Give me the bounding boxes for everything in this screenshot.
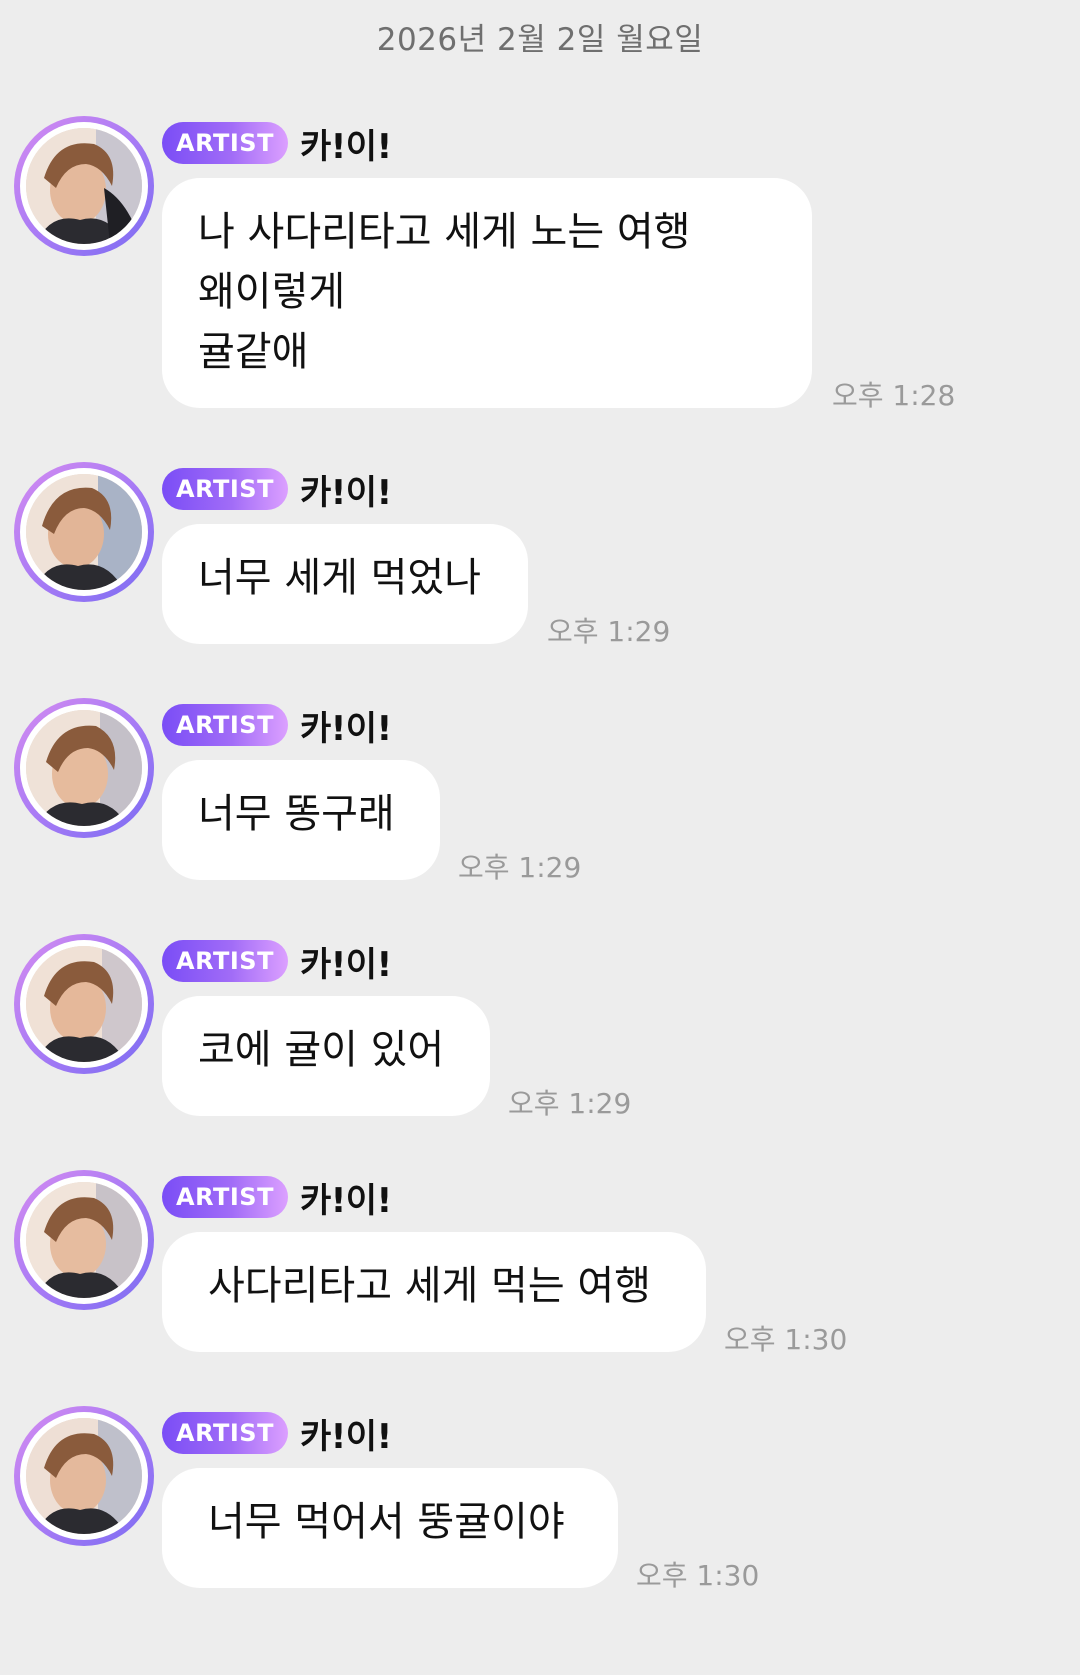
profile-photo <box>26 946 142 1062</box>
artist-badge: ARTIST <box>162 704 288 746</box>
profile-photo <box>26 474 142 590</box>
message-bubble[interactable]: 사다리타고 세게 먹는 여행 <box>162 1232 706 1352</box>
sender-name: 카!이! <box>300 1180 392 1221</box>
message-bubble[interactable]: 나 사다리타고 세게 노는 여행 왜이렇게 귤같애 <box>162 178 812 408</box>
sender-name: 카!이! <box>300 708 392 749</box>
sender-name: 카!이! <box>300 944 392 985</box>
sender-name: 카!이! <box>300 126 392 167</box>
sender-name: 카!이! <box>300 472 392 513</box>
sender-name: 카!이! <box>300 1416 392 1457</box>
message-time: 오후 1:28 <box>832 379 956 412</box>
artist-badge: ARTIST <box>162 1176 288 1218</box>
profile-photo <box>26 128 142 244</box>
message-bubble[interactable]: 너무 세게 먹었나 <box>162 524 528 644</box>
avatar[interactable] <box>14 934 154 1074</box>
message-time: 오후 1:29 <box>508 1087 632 1120</box>
artist-badge: ARTIST <box>162 940 288 982</box>
message-bubble[interactable]: 너무 똥구래 <box>162 760 440 880</box>
avatar[interactable] <box>14 1170 154 1310</box>
avatar[interactable] <box>14 116 154 256</box>
message-bubble[interactable]: 코에 귤이 있어 <box>162 996 490 1116</box>
avatar[interactable] <box>14 698 154 838</box>
message-time: 오후 1:30 <box>724 1323 848 1356</box>
message-time: 오후 1:30 <box>636 1559 760 1592</box>
message-time: 오후 1:29 <box>458 851 582 884</box>
artist-badge: ARTIST <box>162 1412 288 1454</box>
date-header: 2026년 2월 2일 월요일 <box>376 22 704 58</box>
artist-badge: ARTIST <box>162 122 288 164</box>
avatar[interactable] <box>14 462 154 602</box>
message-bubble[interactable]: 너무 먹어서 뚱귤이야 <box>162 1468 618 1588</box>
artist-badge: ARTIST <box>162 468 288 510</box>
message-time: 오후 1:29 <box>547 615 671 648</box>
avatar[interactable] <box>14 1406 154 1546</box>
profile-photo <box>26 1182 142 1298</box>
profile-photo <box>26 1418 142 1534</box>
profile-photo <box>26 710 142 826</box>
